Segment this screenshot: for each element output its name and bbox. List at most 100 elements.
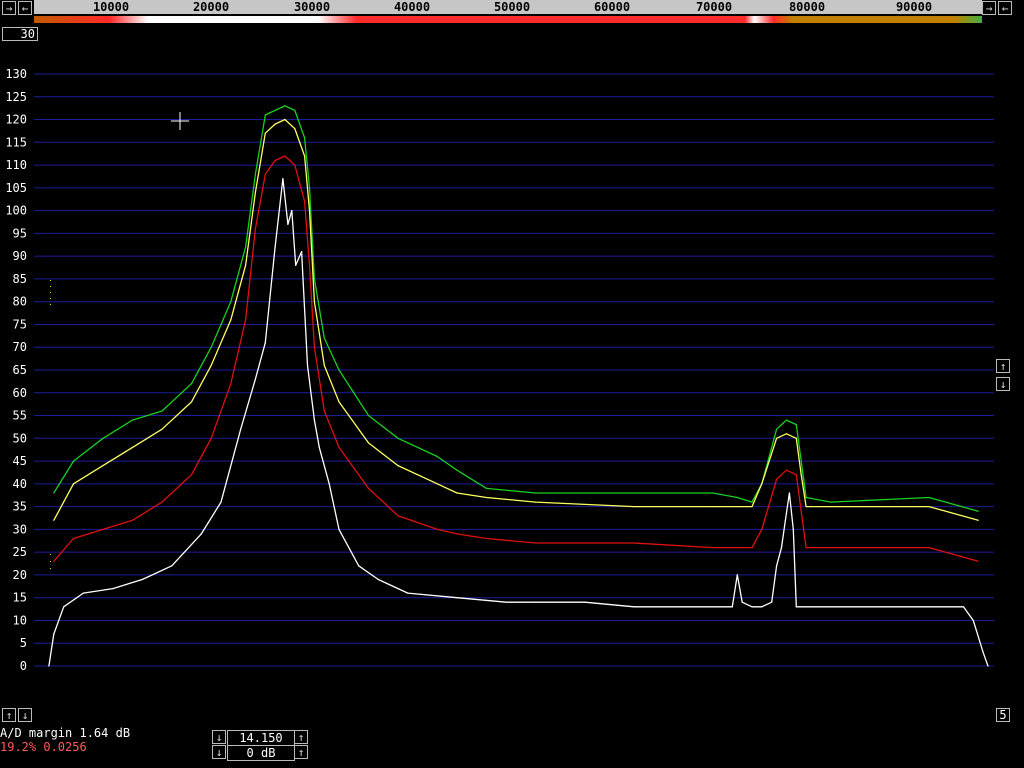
red-trace-point	[230, 383, 232, 385]
y-tick-label: 20	[13, 568, 27, 582]
yellow-trace-point	[436, 483, 438, 485]
red-trace-point	[795, 474, 797, 476]
yellow-trace-point	[308, 210, 311, 212]
green-trace-point	[304, 137, 306, 139]
white-trace-point	[928, 606, 930, 608]
value2-up-button[interactable]: ↑	[294, 745, 308, 759]
white-trace-point	[295, 264, 297, 266]
yellow-trace-point	[161, 428, 163, 430]
value1-down-button[interactable]: ↓	[212, 730, 226, 744]
green-trace-point	[323, 337, 325, 339]
white-trace-point	[407, 592, 409, 594]
white-trace-point	[377, 578, 379, 581]
red-trace-point	[977, 560, 979, 562]
yellow-trace-point	[776, 437, 778, 439]
scroll-left-right-button[interactable]: ←	[998, 1, 1012, 15]
scroll-right-right-button[interactable]: →	[982, 1, 996, 15]
yellow-trace-point	[284, 118, 286, 121]
yellow-trace-point	[264, 132, 266, 134]
freq-tick-label: 20000	[192, 0, 230, 14]
value1-up-button[interactable]: ↑	[294, 730, 308, 744]
yellow-trace-point	[313, 301, 315, 303]
yellow-trace-point	[795, 437, 797, 439]
white-trace-point	[287, 223, 289, 225]
white-trace-point	[780, 547, 783, 549]
red-trace-point	[535, 542, 537, 544]
y-tick-label: 30	[13, 522, 27, 536]
white-trace-point	[318, 446, 320, 448]
y-tick-label: 90	[13, 249, 27, 263]
value1-field[interactable]: 14.150	[227, 730, 295, 746]
red-trace-point	[800, 510, 802, 512]
red-trace-point	[436, 528, 438, 530]
white-trace-point	[240, 428, 242, 430]
y-tick-label: 80	[13, 295, 27, 309]
white-trace-point	[301, 251, 303, 253]
red-trace-point	[736, 547, 738, 549]
right-setting-box[interactable]: 5	[996, 708, 1010, 722]
y-tick-label: 105	[5, 181, 27, 195]
y-tick-label: 50	[13, 431, 27, 445]
y-tick-label: 120	[5, 113, 27, 127]
white-trace-point	[338, 528, 340, 530]
white-trace-point	[358, 565, 360, 567]
red-trace-point	[53, 560, 55, 562]
green-trace-point	[928, 496, 930, 499]
error-rate-status: 19.2% 0.0256	[0, 740, 87, 754]
white-trace-point	[48, 665, 50, 667]
white-trace-point	[962, 606, 965, 608]
white-trace-point	[313, 419, 315, 421]
red-trace-point	[776, 478, 778, 480]
scroll-left-left-button[interactable]: ←	[18, 1, 32, 15]
yellow-trace-point	[245, 264, 247, 266]
red-trace-point	[190, 474, 193, 476]
white-trace-point	[274, 246, 276, 248]
freq-tick-label: 80000	[788, 0, 826, 14]
green-trace	[53, 105, 979, 512]
green-trace-point	[712, 492, 714, 494]
y-tick-label: 75	[13, 317, 27, 331]
y-tick-label: 10	[13, 613, 27, 627]
red-trace-point	[313, 346, 315, 348]
bottom-down-button[interactable]: ↓	[18, 708, 32, 722]
white-trace-point	[731, 606, 733, 608]
freq-tick-label: 30000	[293, 0, 331, 14]
y-tick-label: 95	[13, 226, 27, 240]
white-trace-point	[633, 606, 635, 608]
yellow-trace	[53, 118, 979, 521]
green-trace-point	[230, 301, 232, 303]
value2-field[interactable]: 0 dB	[227, 745, 295, 761]
green-trace-point	[161, 410, 163, 412]
white-trace-point	[82, 592, 84, 594]
scale-up-button[interactable]: ↑	[996, 359, 1010, 373]
green-trace-point	[485, 487, 488, 489]
bottom-up-button[interactable]: ↑	[2, 708, 16, 722]
white-trace-point	[784, 519, 787, 521]
red-trace-point	[131, 519, 134, 521]
green-trace-point	[313, 278, 315, 280]
y-tick-label: 35	[13, 500, 27, 514]
green-trace-point	[805, 496, 807, 499]
frequency-scale[interactable]: 10000 20000 30000 40000 50000 60000 7000…	[34, 0, 982, 14]
green-trace-point	[367, 414, 370, 417]
white-trace-point	[792, 528, 794, 530]
scroll-right-left-button[interactable]: →	[2, 1, 16, 15]
left-marker-dots	[50, 280, 51, 569]
green-trace-point	[776, 428, 778, 430]
yellow-trace-point	[633, 506, 635, 508]
spectrum-plot[interactable]: 0 5 10 15 20 25 30 35 40 45 50 55 60 65 70 75 80 85 90 95 10…	[0, 24, 1024, 724]
white-trace-point	[788, 492, 791, 494]
yellow-trace-point	[230, 319, 232, 321]
green-trace-point	[397, 437, 399, 439]
white-trace-point	[584, 601, 586, 603]
scale-down-button[interactable]: ↓	[996, 377, 1010, 391]
white-trace-point	[982, 651, 984, 653]
green-trace-point	[436, 455, 438, 458]
white-trace-point	[505, 601, 507, 603]
white-trace	[48, 178, 989, 667]
freq-tick-label: 90000	[895, 0, 933, 14]
red-trace-point	[102, 528, 104, 530]
yellow-trace-point	[456, 492, 458, 494]
green-trace-point	[254, 173, 256, 175]
value2-down-button[interactable]: ↓	[212, 745, 226, 759]
